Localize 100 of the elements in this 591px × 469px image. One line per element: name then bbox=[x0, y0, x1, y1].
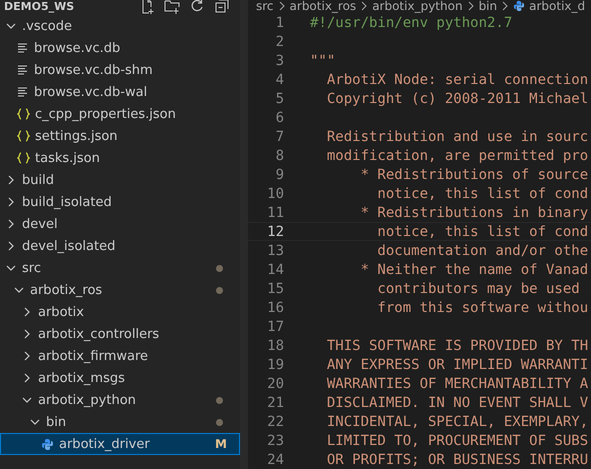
tree-item[interactable]: src bbox=[0, 257, 240, 279]
line-number: 7 bbox=[274, 128, 284, 144]
line-number: 24 bbox=[266, 452, 284, 468]
code-line: INCIDENTAL, SPECIAL, EXEMPLARY, bbox=[326, 414, 588, 430]
folder-name: arbotix_python bbox=[38, 392, 137, 408]
tree-item[interactable]: settings.json bbox=[0, 125, 240, 147]
folder-name: .vscode bbox=[22, 18, 73, 34]
folder-name: arbotix_firmware bbox=[38, 348, 150, 364]
tree-item[interactable]: tasks.json bbox=[0, 147, 240, 169]
refresh-icon[interactable] bbox=[189, 0, 205, 14]
line-number: 14 bbox=[266, 262, 284, 278]
code-line: THIS SOFTWARE IS PROVIDED BY TH bbox=[326, 338, 588, 354]
file-name: browse.vc.db bbox=[34, 40, 122, 56]
code-line: ArbotiX Node: serial connection bbox=[326, 72, 588, 88]
folder-name: arbotix_ros bbox=[30, 282, 104, 298]
tree-item[interactable]: .vscode bbox=[0, 15, 240, 37]
tree-item[interactable]: arbotix_python bbox=[0, 389, 240, 411]
line-number: 16 bbox=[266, 300, 284, 316]
braces-icon bbox=[17, 108, 30, 120]
tree-item[interactable]: devel bbox=[0, 213, 240, 235]
text-file-icon bbox=[17, 43, 29, 53]
tree-item[interactable]: bin bbox=[0, 411, 240, 433]
tree-item[interactable]: build bbox=[0, 169, 240, 191]
code-line: OR PROFITS; OR BUSINESS INTERRU bbox=[326, 452, 588, 468]
braces-icon bbox=[17, 152, 30, 164]
tree-item[interactable]: browse.vc.db-wal bbox=[0, 81, 240, 103]
code-line: #!/usr/bin/env python2.7 bbox=[310, 14, 512, 30]
python-icon bbox=[41, 438, 54, 450]
breadcrumb-item[interactable]: arbotix_ros bbox=[290, 0, 356, 13]
git-status: M bbox=[215, 437, 227, 451]
line-number: 20 bbox=[266, 376, 284, 392]
line-number: 22 bbox=[266, 414, 284, 430]
tree-item[interactable]: build_isolated bbox=[0, 191, 240, 213]
code-line: from this software withou bbox=[376, 300, 588, 316]
code-line: Copyright (c) 2008-2011 Michael bbox=[326, 90, 588, 106]
code-line: notice, this list of cond bbox=[376, 224, 588, 240]
tree-item[interactable]: arbotix_ros bbox=[0, 279, 240, 301]
tree-item[interactable]: arbotix_msgs bbox=[0, 367, 240, 389]
line-number: 17 bbox=[266, 318, 284, 334]
code-line: ANY EXPRESS OR IMPLIED WARRANTI bbox=[326, 356, 588, 372]
breadcrumb-item[interactable]: arbotix_d bbox=[529, 0, 586, 13]
tree-item[interactable]: c_cpp_properties.json bbox=[0, 103, 240, 125]
code-line: DISCLAIMED. IN NO EVENT SHALL V bbox=[326, 394, 588, 410]
tree-item[interactable]: arbotix_firmware bbox=[0, 345, 240, 367]
line-number: 3 bbox=[274, 52, 284, 68]
code-line: * Neither the name of Vanad bbox=[360, 262, 588, 278]
chevron-right-icon bbox=[278, 1, 286, 11]
text-file-icon bbox=[17, 87, 29, 97]
folder-name: build bbox=[22, 172, 55, 188]
folder-name: src bbox=[22, 260, 42, 276]
folder-name: devel_isolated bbox=[22, 238, 116, 254]
line-number: 5 bbox=[274, 90, 284, 106]
tree-item[interactable]: devel_isolated bbox=[0, 235, 240, 257]
line-number: 18 bbox=[266, 338, 284, 354]
line-number: 4 bbox=[274, 72, 284, 88]
file-name: browse.vc.db-wal bbox=[34, 84, 148, 100]
code-line: contributors may be used bbox=[376, 280, 580, 296]
tree-item[interactable]: arbotix_controllers bbox=[0, 323, 240, 345]
line-number: 11 bbox=[266, 204, 284, 220]
braces-icon bbox=[17, 130, 30, 142]
line-number: 23 bbox=[266, 432, 284, 448]
file-name: browse.vc.db-shm bbox=[34, 62, 154, 78]
line-number: 12 bbox=[266, 224, 284, 240]
line-number: 19 bbox=[266, 356, 284, 372]
code-line: LIMITED TO, PROCUREMENT OF SUBS bbox=[326, 432, 588, 448]
folder-name: arbotix_controllers bbox=[38, 326, 160, 342]
breadcrumb-item[interactable]: src bbox=[256, 0, 274, 13]
code-line: modification, are permitted pro bbox=[326, 148, 588, 164]
folder-name: build_isolated bbox=[22, 194, 113, 210]
code-line: WARRANTIES OF MERCHANTABILITY A bbox=[326, 376, 588, 392]
breadcrumb-item[interactable]: bin bbox=[478, 0, 498, 13]
collapse-all-icon[interactable] bbox=[214, 0, 230, 14]
line-number: 1 bbox=[274, 14, 284, 30]
code-line: notice, this list of cond bbox=[376, 186, 588, 202]
chevron-right-icon bbox=[501, 1, 510, 11]
line-number: 8 bbox=[274, 148, 284, 164]
tree-item[interactable]: arbotix bbox=[0, 301, 240, 323]
breadcrumb-item[interactable]: arbotix_python bbox=[372, 0, 463, 13]
file-name: arbotix_driver bbox=[59, 436, 151, 452]
workspace-title: DEMO5_WS bbox=[4, 0, 74, 12]
file-name: c_cpp_properties.json bbox=[35, 106, 177, 122]
text-file-icon bbox=[17, 65, 29, 75]
folder-name: arbotix_msgs bbox=[38, 370, 126, 386]
line-number: 15 bbox=[266, 280, 284, 296]
line-number: 13 bbox=[266, 242, 284, 258]
folder-name: arbotix bbox=[38, 304, 85, 320]
code-line: * Redistributions in binary bbox=[360, 204, 588, 220]
new-folder-icon[interactable] bbox=[164, 0, 180, 14]
line-number: 10 bbox=[266, 186, 284, 202]
code-line: documentation and/or othe bbox=[376, 242, 588, 258]
file-name: tasks.json bbox=[35, 150, 101, 166]
chevron-right-icon bbox=[360, 1, 368, 11]
file-name: settings.json bbox=[35, 128, 119, 144]
line-number: 6 bbox=[274, 110, 284, 126]
line-number: 21 bbox=[266, 394, 284, 410]
chevron-right-icon bbox=[466, 1, 475, 11]
tree-item[interactable]: browse.vc.db bbox=[0, 37, 240, 59]
folder-name: devel bbox=[22, 216, 59, 232]
tree-item[interactable]: arbotix_driver M bbox=[0, 433, 240, 455]
tree-item[interactable]: browse.vc.db-shm bbox=[0, 59, 240, 81]
